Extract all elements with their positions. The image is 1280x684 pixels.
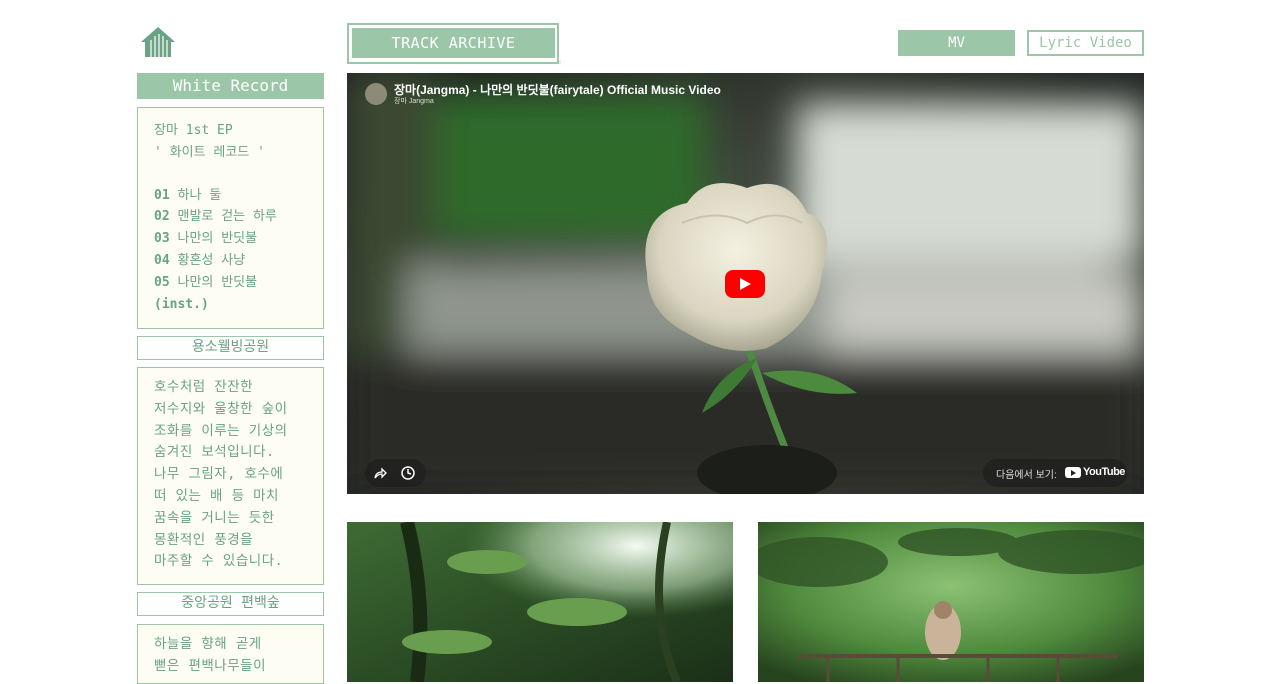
section-title-central-park: 중앙공원 편백숲 (137, 592, 324, 616)
track-archive-button[interactable]: TRACK ARCHIVE (347, 23, 559, 64)
album-tracklist: 장마 1st EP ' 화이트 레코드 ' 01 하나 둘 02 맨발로 걷는 … (137, 107, 324, 329)
lyric-video-tab[interactable]: Lyric Video (1027, 30, 1144, 56)
watch-on-youtube-button[interactable]: 다음에서 보기: YouTube (983, 459, 1127, 487)
album-title: White Record (137, 73, 324, 99)
list-item[interactable]: 02 맨발로 걷는 하루 (154, 206, 323, 228)
channel-avatar[interactable] (365, 83, 387, 105)
list-item[interactable]: 03 나만의 반딧불 (154, 228, 323, 250)
list-item[interactable]: 01 하나 둘 (154, 185, 323, 207)
track-archive-label: TRACK ARCHIVE (352, 28, 555, 58)
channel-name[interactable]: 장마 Jangma (394, 96, 434, 106)
album-name: 장마 1st EP (154, 123, 233, 138)
list-item[interactable]: 05 나만의 반딧불 (154, 272, 323, 294)
video-title[interactable]: 장마(Jangma) - 나만의 반딧불(fairytale) Official… (394, 81, 721, 98)
watch-on-label: 다음에서 보기: (996, 470, 1057, 481)
video-controls (365, 459, 426, 487)
section-title-yongso: 용소웰빙공원 (137, 336, 324, 360)
central-park-description: 하늘을 향해 곧게 뻗은 편백나무들이 (137, 624, 324, 684)
yongso-description: 호수처럼 잔잔한 저수지와 울창한 숲이 조화를 이루는 기상의 숨겨진 보석입… (137, 367, 324, 585)
list-item[interactable]: 04 황혼성 사냥 (154, 250, 323, 272)
thumbnail-forest[interactable] (347, 522, 733, 682)
video-player[interactable]: 장마(Jangma) - 나만의 반딧불(fairytale) Official… (347, 73, 1144, 494)
forest-image (347, 522, 733, 682)
home-icon[interactable] (140, 26, 176, 58)
bridge-image (758, 522, 1144, 682)
thumbnail-bridge[interactable] (758, 522, 1144, 682)
track-suffix: (inst.) (154, 296, 209, 312)
share-icon[interactable] (373, 466, 387, 480)
album-subtitle: ' 화이트 레코드 ' (154, 144, 265, 160)
youtube-play-glyph (1071, 469, 1076, 476)
youtube-wordmark: YouTube (1083, 466, 1125, 478)
play-button[interactable] (725, 270, 765, 298)
mv-tab[interactable]: MV (898, 30, 1015, 56)
watch-later-icon[interactable] (400, 465, 416, 481)
